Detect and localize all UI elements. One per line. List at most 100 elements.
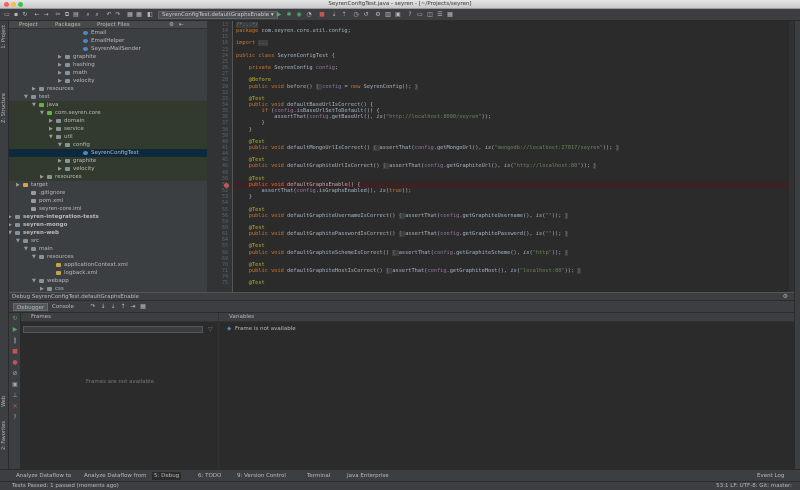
tree-node[interactable]: ▼ com.seyren.core — [9, 109, 207, 117]
copy-icon[interactable]: ⧉ — [63, 11, 71, 19]
chevron-right-icon[interactable]: ▶ — [49, 117, 54, 125]
tool-event-log[interactable]: Event Log — [755, 472, 786, 480]
tree-node[interactable]: ▶ velocity — [9, 77, 207, 85]
code-line[interactable]: public void defaultGraphsEnable() { — [236, 182, 361, 188]
tree-node[interactable]: ▼ resources — [9, 253, 207, 261]
back-icon[interactable]: ← — [33, 11, 41, 19]
code-line[interactable]: public void defaultGraphitePasswordIsCor… — [236, 231, 568, 238]
restore-layout-icon[interactable]: ▣ — [12, 382, 18, 388]
tree-node[interactable]: ▶ resources — [9, 173, 207, 181]
run-icon[interactable]: ▶ — [275, 11, 283, 19]
profile-icon[interactable]: ◔ — [305, 11, 313, 19]
structure-icon[interactable]: ▥ — [384, 11, 392, 19]
tree-node[interactable]: EmailHelper — [9, 37, 207, 45]
tree-node[interactable]: Email — [9, 29, 207, 37]
tool-analyze-dataflow-to[interactable]: Analyze Dataflow to — [14, 472, 73, 480]
step-into-icon[interactable]: ↓ — [99, 303, 107, 311]
tree-node[interactable]: ▶ seyren-integration-tests — [9, 213, 207, 221]
open-icon[interactable]: ▭ — [3, 11, 11, 19]
code-line[interactable]: public void defaultGraphiteUsernameIsCor… — [236, 212, 568, 219]
code-line[interactable]: @Test — [236, 96, 265, 102]
breakpoint-icon[interactable] — [224, 182, 229, 188]
tree-node[interactable]: ▼ main — [9, 245, 207, 253]
rerun-icon[interactable]: ↻ — [12, 316, 18, 322]
run-configuration-select[interactable]: SeyrenConfigTest.defaultGraphsEnable ▾ — [158, 11, 278, 19]
code-line[interactable]: @Test — [236, 225, 265, 231]
code-line[interactable]: public void defaultMongoUrlIsCorrect() {… — [236, 145, 619, 151]
chevron-down-icon[interactable]: ▼ — [32, 277, 37, 285]
tree-node[interactable]: ▶ velocity — [9, 165, 207, 173]
resume-icon[interactable]: ▶ — [12, 327, 18, 333]
chevron-right-icon[interactable]: ▶ — [9, 213, 13, 221]
chevron-right-icon[interactable]: ▶ — [58, 165, 63, 173]
chevron-right-icon[interactable]: ▶ — [40, 173, 45, 181]
tree-node[interactable]: SeyrenMailSender — [9, 45, 207, 53]
structure-tool-tab[interactable]: Z: Structure — [1, 93, 7, 123]
revert-icon[interactable]: ↺ — [362, 11, 370, 19]
tree-node[interactable]: ▶ seyren-mongo — [9, 221, 207, 229]
find-icon[interactable]: ⌕ — [84, 11, 92, 19]
code-line[interactable]: } — [236, 194, 252, 200]
paste-icon[interactable]: ▤ — [72, 11, 80, 19]
tool-analyze-dataflow-from[interactable]: Analyze Dataflow from — [82, 472, 148, 480]
tree-node[interactable]: seyren-core.iml — [9, 205, 207, 213]
collapse-icon[interactable]: ⇤ — [179, 22, 184, 28]
chevron-down-icon[interactable]: ▼ — [16, 237, 21, 245]
tree-node[interactable]: ▼ seyren-web — [9, 229, 207, 237]
tool-todo[interactable]: 6: TODO — [196, 472, 223, 480]
code-line[interactable]: public class SeyrenConfigTest { — [236, 53, 335, 59]
tab-packages[interactable]: Packages — [55, 22, 81, 28]
code-line[interactable]: } — [236, 120, 265, 126]
tab-debugger[interactable]: Debugger — [13, 303, 49, 311]
web-tool-tab[interactable]: Web — [1, 396, 7, 407]
coverage-icon[interactable]: ◉ — [295, 11, 303, 19]
tree-node[interactable]: pom.xml — [9, 197, 207, 205]
code-line[interactable]: assertThat(config.isGraphsEnabled(), is(… — [236, 188, 412, 194]
close-debug-icon[interactable]: ✕ — [12, 404, 18, 410]
chevron-right-icon[interactable]: ▶ — [58, 157, 63, 165]
debug-target-icon[interactable]: ◧ — [146, 11, 154, 19]
tree-node[interactable]: ▶ target — [9, 181, 207, 189]
evaluate-icon[interactable]: ▦ — [139, 303, 147, 311]
tab-project[interactable]: Project — [19, 22, 38, 28]
editor-gutter[interactable]: 13 14 15 16 23 24 25 26 27 28 29 32 33 34 35 36 37 38 39 40… — [208, 21, 233, 292]
code-line[interactable]: @Test — [236, 262, 265, 268]
gear-icon[interactable]: ⚙ — [169, 22, 174, 28]
help-icon[interactable]: ? — [406, 11, 414, 19]
status-right-info[interactable]: 53:1 LF: UTF-8: Git: master: — [716, 483, 792, 489]
sync-icon[interactable]: ↻ — [21, 11, 29, 19]
tree-node[interactable]: ▼ config — [9, 141, 207, 149]
code-line[interactable]: public void defaultGraphiteUrlIsCorrect(… — [236, 163, 597, 170]
force-step-into-icon[interactable]: ⇣ — [109, 303, 117, 311]
sdk-icon[interactable]: ▣ — [394, 11, 402, 19]
mute-breakpoints-icon[interactable]: ⊘ — [12, 371, 18, 377]
code-line[interactable]: public void defaultBaseUrlIsCorrect() { — [236, 102, 373, 108]
tree-node[interactable]: ▼ java — [9, 101, 207, 109]
tool-version-control[interactable]: 9: Version Control — [235, 472, 288, 480]
chevron-right-icon[interactable]: ▶ — [58, 61, 63, 69]
chevron-down-icon[interactable]: ▼ — [40, 109, 45, 117]
favorites-tool-tab[interactable]: 2: Favorites — [1, 421, 7, 450]
debug-help-icon[interactable]: ? — [12, 415, 18, 421]
tree-node[interactable]: ▼ test — [9, 93, 207, 101]
code-line[interactable]: package com.seyren.core.util.config; — [236, 28, 351, 34]
code-line[interactable]: assertThat(config.getBaseUrl(), is("http… — [236, 114, 491, 120]
code-line[interactable]: } — [236, 127, 252, 133]
code-line[interactable]: @Test — [236, 207, 265, 213]
build-icon[interactable]: ▦ — [126, 11, 134, 19]
chevron-right-icon[interactable]: ▶ — [58, 77, 63, 85]
tree-node[interactable]: ▼ util — [9, 133, 207, 141]
debug-icon[interactable]: ✱ — [285, 11, 293, 19]
settings-icon[interactable]: ⚙ — [374, 11, 382, 19]
project-tool-tab[interactable]: 1: Project — [1, 25, 7, 49]
tree-node[interactable]: ▶ css — [9, 285, 207, 292]
chevron-down-icon[interactable]: ▼ — [32, 101, 37, 109]
history-icon[interactable]: ◷ — [352, 11, 360, 19]
code-line[interactable]: @Test — [236, 157, 265, 163]
redo-icon[interactable]: ↷ — [114, 11, 122, 19]
make-icon[interactable]: ▦ — [135, 11, 143, 19]
code-line[interactable]: private SeyrenConfig config; — [236, 65, 338, 71]
chevron-right-icon[interactable]: ▶ — [58, 69, 63, 77]
code-line[interactable]: import ... — [236, 40, 268, 47]
tree-node[interactable]: logback.xml — [9, 269, 207, 277]
